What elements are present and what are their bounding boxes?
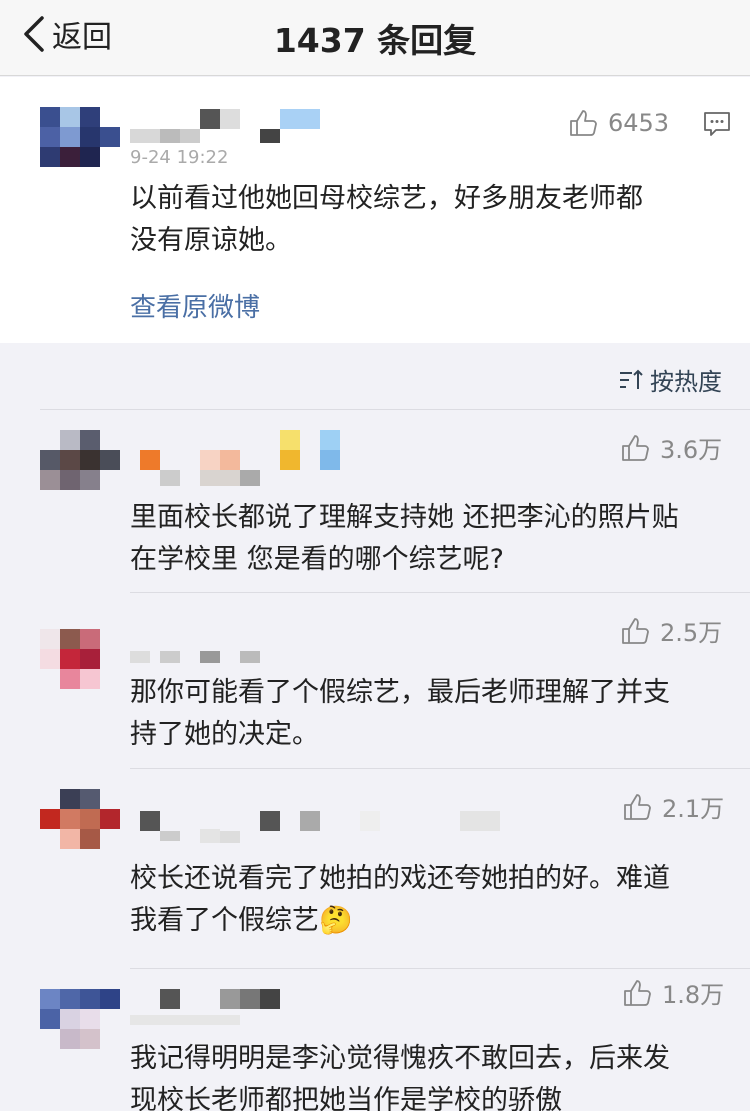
reply-avatar[interactable] xyxy=(40,789,120,849)
thinking-emoji-icon: 🤔 xyxy=(319,905,353,936)
reply-text-line2: 现校长老师都把她当作是学校的骄傲 xyxy=(130,1085,562,1111)
like-count: 6453 xyxy=(608,109,670,137)
like-button[interactable]: 2.1万 xyxy=(622,789,724,824)
thumbs-up-icon xyxy=(624,979,651,1006)
reply-item: 1.8万 我记得明明是李沁觉得愧疚不敢回去，后来发 现校长老师都把她当作是学校的… xyxy=(0,969,750,1111)
reply-text-line1: 校长还说看完了她拍的戏还夸她拍的好。难道 xyxy=(130,863,670,894)
sort-icon xyxy=(620,369,643,389)
thumbs-up-icon xyxy=(622,434,649,461)
like-button[interactable]: 3.6万 xyxy=(620,430,722,465)
post-text-line1: 以前看过他她回母校综艺，好多朋友老师都 xyxy=(130,183,643,214)
reply-avatar[interactable] xyxy=(40,629,120,689)
main-post: 9-24 19:22 6453 以前看过他她回母校综艺，好多朋友老师都 没有原谅… xyxy=(0,77,750,343)
thumbs-up-icon xyxy=(624,793,651,820)
sort-row: 按热度 xyxy=(0,344,750,409)
reply-item: 2.5万 那你可能看了个假综艺，最后老师理解了并支 持了她的决定。 xyxy=(0,593,750,768)
reply-item: 2.1万 校长还说看完了她拍的戏还夸她拍的好。难道 我看了个假综艺🤔 xyxy=(0,769,750,969)
thumbs-up-icon xyxy=(570,110,597,136)
like-button[interactable]: 2.5万 xyxy=(620,613,722,648)
page-title: 1437 条回复 xyxy=(273,21,477,60)
reply-avatar[interactable] xyxy=(40,989,120,1049)
view-original-link[interactable]: 查看原微博 xyxy=(130,287,260,324)
reply-text-line1: 里面校长都说了理解支持她 还把李沁的照片贴 xyxy=(130,502,679,533)
nav-bar: 返回 1437 条回复 xyxy=(0,0,750,76)
reply-text-line1: 那你可能看了个假综艺，最后老师理解了并支 xyxy=(130,677,670,708)
reply-text-line2: 在学校里 您是看的哪个综艺呢? xyxy=(130,544,504,575)
like-count: 2.5万 xyxy=(660,619,723,647)
post-text-line2: 没有原谅她。 xyxy=(130,225,292,256)
reply-text-line1: 我记得明明是李沁觉得愧疚不敢回去，后来发 xyxy=(130,1043,670,1074)
avatar[interactable] xyxy=(40,107,120,167)
reply-text-line2: 我看了个假综艺🤔 xyxy=(130,905,353,936)
like-count: 2.1万 xyxy=(662,795,725,823)
reply-item: 3.6万 里面校长都说了理解支持她 还把李沁的照片贴 在学校里 您是看的哪个综艺… xyxy=(0,410,750,590)
reply-avatar[interactable] xyxy=(40,430,120,490)
thumbs-up-icon xyxy=(622,617,649,644)
like-button[interactable]: 6453 xyxy=(568,107,669,139)
like-count: 1.8万 xyxy=(662,981,725,1009)
reply-text-line2: 持了她的决定。 xyxy=(130,719,319,750)
like-count: 3.6万 xyxy=(660,436,723,464)
post-time: 9-24 19:22 xyxy=(130,147,229,168)
sort-by-heat-button[interactable]: 按热度 xyxy=(618,362,722,397)
like-button[interactable]: 1.8万 xyxy=(622,975,724,1010)
comment-icon[interactable] xyxy=(702,109,732,139)
sort-label: 按热度 xyxy=(650,368,722,396)
